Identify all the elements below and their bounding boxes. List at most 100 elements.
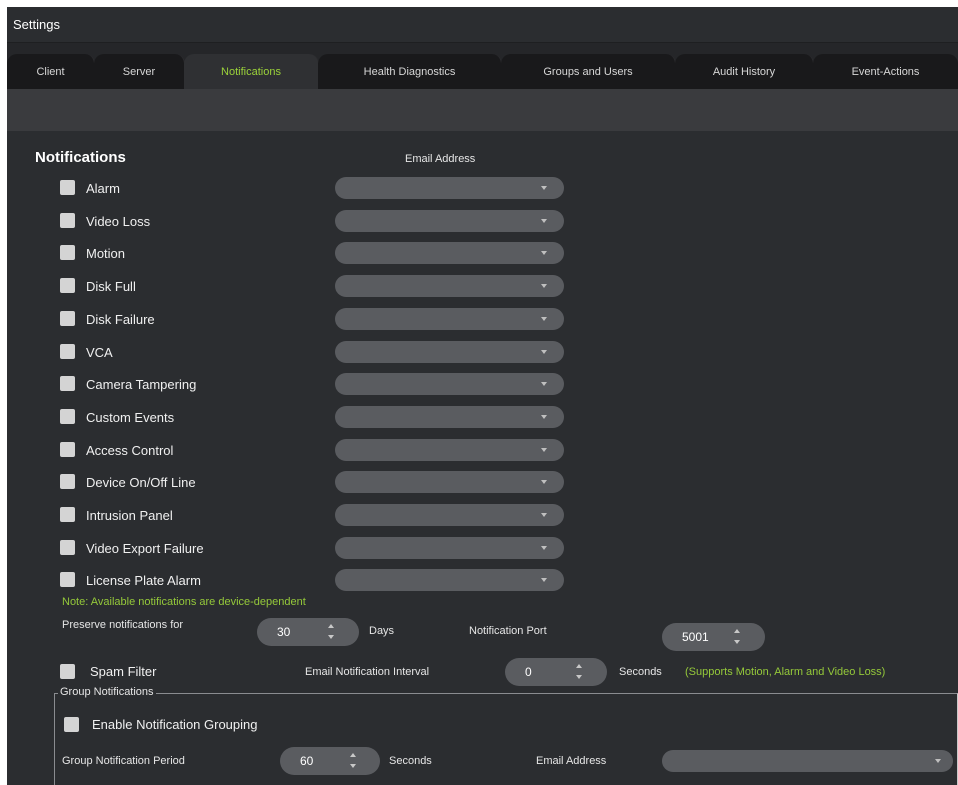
spinner-up-icon[interactable] (328, 624, 334, 628)
notification-checkbox[interactable] (60, 311, 75, 326)
preserve-days-spinner[interactable]: 30 (257, 618, 359, 646)
notification-label: Access Control (86, 443, 174, 458)
email-address-dropdown[interactable] (335, 275, 564, 297)
email-address-dropdown[interactable] (335, 471, 564, 493)
spinner-up-icon[interactable] (576, 664, 582, 668)
email-address-dropdown[interactable] (335, 210, 564, 232)
toolbar-strip (7, 89, 958, 131)
chevron-down-icon[interactable] (541, 284, 547, 288)
tab-client[interactable]: Client (7, 54, 95, 89)
tab-bar: Client Server Notifications Health Diagn… (7, 43, 958, 89)
enable-grouping-checkbox[interactable] (64, 717, 79, 732)
chevron-down-icon[interactable] (541, 546, 547, 550)
notification-checkbox[interactable] (60, 507, 75, 522)
notification-checkbox[interactable] (60, 442, 75, 457)
window-title: Settings (13, 17, 60, 32)
tab-notifications[interactable]: Notifications (184, 54, 319, 89)
notification-label: Custom Events (86, 410, 175, 425)
notification-port-spinner[interactable]: 5001 (662, 623, 765, 651)
notification-checkbox[interactable] (60, 213, 75, 228)
chevron-down-icon[interactable] (541, 251, 547, 255)
notification-label: Disk Full (86, 279, 136, 294)
preserve-days-value: 30 (277, 625, 291, 639)
tab-health-diagnostics[interactable]: Health Diagnostics (318, 54, 502, 89)
device-note: Note: Available notifications are device… (62, 596, 306, 608)
notification-port-value: 5001 (682, 630, 709, 644)
email-address-dropdown[interactable] (335, 177, 564, 199)
spam-filter-label: Spam Filter (90, 664, 157, 679)
group-email-label: Email Address (536, 755, 607, 767)
email-address-dropdown[interactable] (335, 341, 564, 363)
notification-label: Video Export Failure (86, 541, 204, 556)
email-column-header: Email Address (405, 153, 476, 165)
email-address-dropdown[interactable] (335, 569, 564, 591)
chevron-down-icon[interactable] (541, 415, 547, 419)
spinner-down-icon[interactable] (734, 640, 740, 644)
preserve-label: Preserve notifications for (62, 619, 184, 631)
email-address-dropdown[interactable] (335, 242, 564, 264)
chevron-down-icon[interactable] (541, 480, 547, 484)
tab-event-actions[interactable]: Event-Actions (813, 54, 958, 89)
notification-checkbox[interactable] (60, 376, 75, 391)
chevron-down-icon[interactable] (541, 350, 547, 354)
notification-checkbox[interactable] (60, 180, 75, 195)
notification-label: VCA (86, 345, 113, 360)
notification-checkbox[interactable] (60, 572, 75, 587)
notification-label: Video Loss (86, 214, 151, 229)
notification-label: Alarm (86, 181, 120, 196)
notification-checkbox[interactable] (60, 278, 75, 293)
preserve-unit: Days (369, 625, 395, 637)
email-address-dropdown[interactable] (335, 373, 564, 395)
chevron-down-icon[interactable] (935, 759, 941, 763)
notifications-panel: Notifications Email Address Alarm Video L… (7, 131, 958, 785)
group-period-label: Group Notification Period (62, 755, 185, 767)
email-address-dropdown[interactable] (335, 504, 564, 526)
spinner-down-icon[interactable] (576, 675, 582, 679)
notification-checkbox[interactable] (60, 344, 75, 359)
tab-audit-history[interactable]: Audit History (675, 54, 814, 89)
email-interval-spinner[interactable]: 0 (505, 658, 607, 686)
notification-label: License Plate Alarm (86, 573, 201, 588)
title-bar: Settings (7, 7, 958, 43)
email-interval-value: 0 (525, 665, 532, 679)
email-address-dropdown[interactable] (335, 439, 564, 461)
tab-groups-and-users[interactable]: Groups and Users (501, 54, 676, 89)
chevron-down-icon[interactable] (541, 219, 547, 223)
chevron-down-icon[interactable] (541, 578, 547, 582)
email-address-dropdown[interactable] (335, 406, 564, 428)
settings-window: Settings Client Server Notifications Hea… (7, 7, 958, 785)
chevron-down-icon[interactable] (541, 513, 547, 517)
chevron-down-icon[interactable] (541, 317, 547, 321)
group-period-spinner[interactable]: 60 (280, 747, 380, 775)
enable-grouping-label: Enable Notification Grouping (92, 717, 258, 732)
notification-label: Device On/Off Line (86, 475, 196, 490)
interval-label: Email Notification Interval (305, 666, 430, 678)
notification-label: Motion (86, 246, 126, 261)
section-title: Notifications (35, 149, 126, 166)
notification-checkbox[interactable] (60, 474, 75, 489)
notification-checkbox[interactable] (60, 409, 75, 424)
chevron-down-icon[interactable] (541, 448, 547, 452)
notification-label: Intrusion Panel (86, 508, 173, 523)
group-notifications-legend: Group Notifications (58, 686, 156, 698)
spinner-up-icon[interactable] (734, 629, 740, 633)
email-address-dropdown[interactable] (335, 537, 564, 559)
spinner-down-icon[interactable] (328, 635, 334, 639)
spam-filter-hint: (Supports Motion, Alarm and Video Loss) (685, 666, 886, 678)
spinner-down-icon[interactable] (350, 764, 356, 768)
group-email-dropdown[interactable] (662, 750, 953, 772)
interval-unit: Seconds (619, 666, 662, 678)
email-address-dropdown[interactable] (335, 308, 564, 330)
notification-label: Disk Failure (86, 312, 155, 327)
group-period-unit: Seconds (389, 755, 432, 767)
notification-checkbox[interactable] (60, 245, 75, 260)
tab-server[interactable]: Server (94, 54, 185, 89)
spam-filter-checkbox[interactable] (60, 664, 75, 679)
chevron-down-icon[interactable] (541, 186, 547, 190)
port-label: Notification Port (469, 625, 547, 637)
notification-label: Camera Tampering (86, 377, 197, 392)
chevron-down-icon[interactable] (541, 382, 547, 386)
notification-checkbox[interactable] (60, 540, 75, 555)
group-period-value: 60 (300, 754, 314, 768)
spinner-up-icon[interactable] (350, 753, 356, 757)
